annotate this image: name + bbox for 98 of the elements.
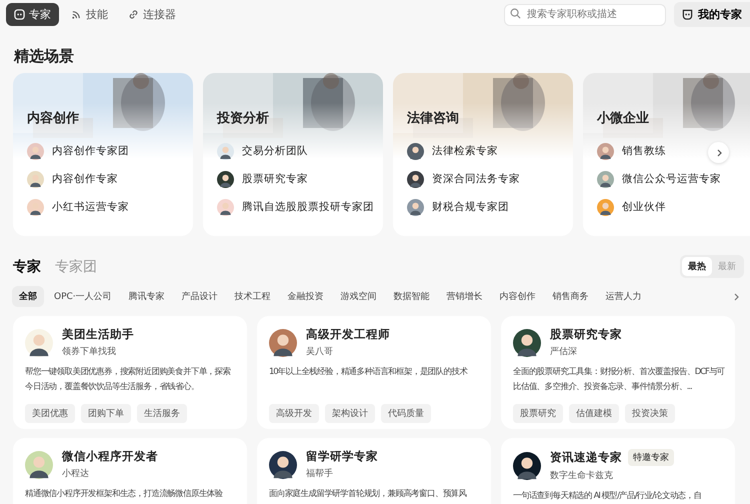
avatar-icon [27,198,44,216]
avatar-icon [597,170,614,188]
robot-face-icon [682,8,693,20]
expert-link[interactable]: 创业伙伴 [622,200,666,214]
tag: 投资决策 [625,404,675,423]
expert-description: 精通微信小程序开发框架和生态，打造流畅微信原生体验 [25,488,224,501]
expert-description: 帮您一键领取美团优惠券，搜索附近团购美食并下单，探索今日活动，覆盖餐饮饮品等生活服务，省钱省心。 [25,366,232,394]
tag: 高级开发 [269,404,319,423]
expert-card[interactable]: 微信小程序开发者 小程达 精通微信小程序开发框架和生态，打造流畅微信原生体验 [13,438,247,504]
category-chip[interactable]: 全部 [12,286,44,307]
expert-name: 高级开发工程师 [306,327,390,342]
expert-card[interactable]: 资讯速递专家 特邀专家 数字生命卡兹克 一句话查到每天精选的 AI 模型/产品/行业/论文动态，自 [501,438,735,504]
scene-card[interactable]: 投资分析 交易分析团队 股票研究专家 腾讯自选股股票投研专家团 [203,73,383,236]
expert-card[interactable]: 留学研学专家 福帮手 面向家庭生成留学研学首轮规划，兼顾高考窗口、预算风 [257,438,491,504]
expert-link[interactable]: 股票研究专家 [242,172,308,186]
expert-name: 微信小程序开发者 [62,449,158,464]
category-chip[interactable]: OPC·一人公司 [47,286,119,307]
scene-title: 小微企业 [597,110,650,127]
featured-badge: 特邀专家 [628,449,674,466]
expert-link[interactable]: 销售教练 [622,144,666,158]
expert-name: 美团生活助手 [62,327,134,342]
link-icon [128,8,139,20]
scene-title: 投资分析 [217,110,270,127]
expert-description: 全面的股票研究工具集：财报分析、首次覆盖报告、DCF与可比估值、多空推介、投资备忘录、事件情景分析、... [513,366,726,394]
sort-option[interactable]: 最热 [682,257,712,276]
tag: 架构设计 [325,404,375,423]
expert-link[interactable]: 小红书运营专家 [52,200,129,214]
expert-name: 资讯速递专家 [550,450,622,465]
expert-name: 股票研究专家 [550,327,622,342]
category-chip[interactable]: 腾讯专家 [122,286,172,307]
section-title: 精选场景 [14,47,75,66]
search-field[interactable]: 搜索专家职称或描述 [504,4,666,26]
expert-link[interactable]: 内容创作专家团 [52,144,129,158]
avatar-icon [597,198,614,216]
my-experts-button[interactable]: 我的专家 [674,2,750,26]
avatar-icon [597,142,614,160]
avatar-icon [25,450,53,478]
avatar-icon [407,170,424,188]
signal-icon [71,8,82,20]
expert-link[interactable]: 交易分析团队 [242,144,308,158]
scene-card[interactable]: 法律咨询 法律检索专家 资深合同法务专家 财税合规专家团 [393,73,573,236]
category-chip[interactable]: 运营人力 [598,286,649,307]
chevron-right-icon [732,293,740,301]
expert-card[interactable]: 高级开发工程师 吴八哥 10年以上全栈经验，精通多种语言和框架，是团队的技术 高级开发 架构设计 代码质量 [257,316,491,429]
expert-author: 福帮手 [306,468,334,480]
scene-title: 内容创作 [27,110,80,127]
expert-link[interactable]: 微信公众号运营专家 [622,172,721,186]
category-chip[interactable]: 内容创作 [492,286,543,307]
expert-name: 留学研学专家 [306,449,378,464]
avatar-icon [407,198,424,216]
tag: 代码质量 [381,404,431,423]
expert-card[interactable]: 股票研究专家 严估深 全面的股票研究工具集：财报分析、首次覆盖报告、DCF与可比估值、多空推介、投资备忘录、事件情景分析、... 股票研究 估值建模 投资决策 [501,316,735,429]
tag: 团购下单 [81,404,131,423]
avatar-icon [513,328,541,356]
avatar-icon [217,142,234,160]
avatar-icon [217,198,234,216]
avatar-icon [217,170,234,188]
avatar-icon [27,170,44,188]
expert-description: 面向家庭生成留学研学首轮规划，兼顾高考窗口、预算风 [269,488,468,501]
expert-link[interactable]: 法律检索专家 [432,144,498,158]
category-chip[interactable]: 技术工程 [228,286,278,307]
nav-tab[interactable]: 技能 [63,2,116,26]
scene-title: 法律咨询 [407,110,460,127]
category-chip[interactable]: 金融投资 [280,286,331,307]
expert-link[interactable]: 资深合同法务专家 [432,172,520,186]
expert-link[interactable]: 财税合规专家团 [432,200,509,214]
expert-author: 数字生命卡兹克 [550,470,614,482]
expert-author: 小程达 [62,468,90,480]
expert-link[interactable]: 腾讯自选股股票投研专家团 [242,200,374,214]
category-chip[interactable]: 数据智能 [386,286,437,307]
robot-face-icon [14,8,25,20]
category-chip[interactable]: 营销增长 [440,286,490,307]
scene-card[interactable]: 内容创作 内容创作专家团 内容创作专家 小红书运营专家 [13,73,193,236]
chevron-right-icon [714,148,722,156]
avatar-icon [27,142,44,160]
tag: 美团优惠 [25,404,75,423]
category-chip[interactable]: 产品设计 [174,286,225,307]
category-chip[interactable]: 游戏空间 [334,286,384,307]
tag: 估值建模 [569,404,619,423]
scene-card[interactable]: 小微企业 销售教练 微信公众号运营专家 创业伙伴 [583,73,750,236]
category-chip[interactable]: 销售商务 [546,286,596,307]
expert-author: 吴八哥 [306,346,334,358]
expert-author: 领券下单找我 [62,346,117,358]
avatar-icon [513,452,541,480]
avatar-icon [407,142,424,160]
section-tab[interactable]: 专家 [13,258,41,276]
avatar-icon [25,328,53,356]
expert-description: 一句话查到每天精选的 AI 模型/产品/行业/论文动态，自 [513,490,702,503]
tag: 生活服务 [137,404,187,423]
avatar-icon [269,328,297,356]
avatar-icon [269,450,297,478]
nav-tab[interactable]: 连接器 [120,2,184,26]
expert-card[interactable]: 美团生活助手 领券下单找我 帮您一键领取美团优惠券，搜索附近团购美食并下单，探索今日活动，覆盖餐饮饮品等生活服务，省钱省心。 美团优惠 团购下单 生活服务 [13,316,247,429]
tag: 股票研究 [513,404,563,423]
expert-author: 严估深 [550,346,578,358]
expert-description: 10年以上全栈经验，精通多种语言和框架，是团队的技术 [269,366,469,379]
nav-tab[interactable]: 专家 [6,2,59,26]
expert-link[interactable]: 内容创作专家 [52,172,118,186]
